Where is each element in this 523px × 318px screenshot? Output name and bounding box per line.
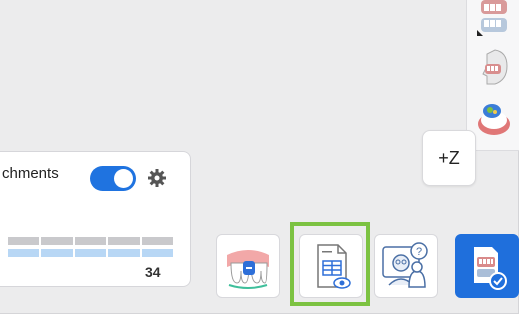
svg-text:?: ? <box>416 246 422 258</box>
attachments-panel: chments 34 <box>0 151 191 287</box>
stage-bar-lower <box>8 249 174 257</box>
toggle-knob <box>114 169 133 188</box>
axis-z-button[interactable]: +Z <box>422 130 476 186</box>
stage-bar-upper <box>8 237 174 245</box>
attachments-label: chments <box>2 165 59 182</box>
attachments-toggle[interactable] <box>90 166 136 191</box>
case-approved-icon <box>474 247 507 290</box>
doctor-question-button[interactable]: ? <box>374 234 438 298</box>
jaw-model-icon[interactable] <box>473 0 515 38</box>
tool-strip <box>466 0 519 151</box>
tooth-gap-icon <box>227 250 269 289</box>
axis-z-label: +Z <box>438 147 460 168</box>
doctor-question-icon: ? <box>382 242 428 288</box>
tooth-gap-button[interactable] <box>216 234 280 298</box>
crown-color-icon[interactable] <box>473 98 515 140</box>
gear-icon[interactable] <box>147 168 167 188</box>
case-approved-button[interactable] <box>455 234 519 298</box>
face-scan-icon[interactable] <box>473 46 515 88</box>
stage-count: 34 <box>145 264 161 280</box>
selected-highlight <box>290 222 370 306</box>
